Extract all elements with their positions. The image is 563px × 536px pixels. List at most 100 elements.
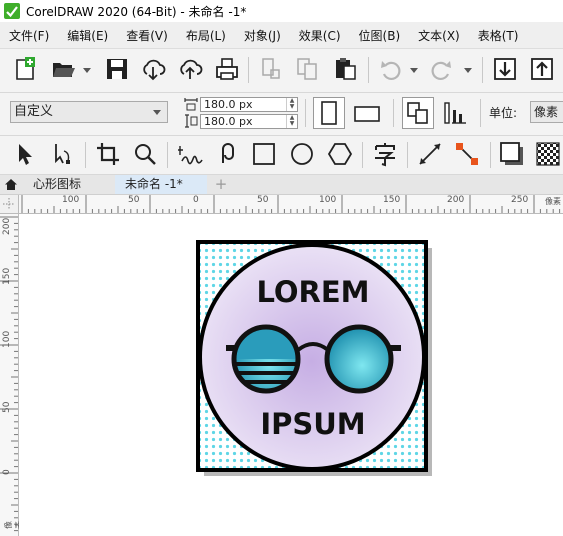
new-document-button[interactable] bbox=[10, 54, 40, 84]
paste-button[interactable] bbox=[330, 54, 360, 84]
chevron-down-icon bbox=[153, 110, 161, 115]
tab-heart-icon-document[interactable]: 心形图标 bbox=[33, 175, 113, 194]
copy-icon bbox=[297, 58, 317, 80]
import-icon bbox=[494, 58, 516, 80]
vertical-ruler-ticks bbox=[0, 216, 18, 532]
zoom-tool[interactable] bbox=[130, 139, 160, 169]
page-width-input[interactable]: 180.0 px ▲ ▼ bbox=[200, 97, 298, 112]
portrait-icon bbox=[321, 101, 337, 125]
page-height-input[interactable]: 180.0 px ▲ ▼ bbox=[200, 114, 298, 129]
toolbar-separator bbox=[167, 142, 168, 168]
all-pages-button[interactable] bbox=[402, 97, 434, 129]
parallel-dimension-tool[interactable] bbox=[415, 139, 445, 169]
cloud-export-button[interactable] bbox=[175, 54, 205, 84]
ruler-origin[interactable] bbox=[0, 195, 19, 214]
current-page-icon bbox=[444, 102, 466, 124]
width-spinner[interactable]: ▲ ▼ bbox=[286, 98, 297, 111]
menu-effects[interactable]: 效果(C) bbox=[290, 27, 350, 44]
crop-tool[interactable] bbox=[93, 139, 123, 169]
lorem-text: LOREM bbox=[256, 275, 369, 309]
menu-bar: 文件(F) 编辑(E) 查看(V) 布局(L) 对象(J) 效果(C) 位图(B… bbox=[0, 22, 563, 49]
cloud-import-button[interactable] bbox=[138, 54, 168, 84]
horizontal-ruler[interactable]: 100 50 0 50 100 150 200 250 像素 bbox=[18, 195, 563, 214]
ipsum-text: IPSUM bbox=[260, 407, 365, 441]
page-preset-value: 自定义 bbox=[14, 104, 54, 119]
cut-icon bbox=[262, 58, 280, 79]
open-button[interactable] bbox=[48, 54, 78, 84]
menu-edit[interactable]: 编辑(E) bbox=[58, 27, 117, 44]
artistic-media-tool[interactable] bbox=[213, 139, 243, 169]
import-button[interactable] bbox=[490, 54, 520, 84]
ellipse-tool-icon bbox=[291, 143, 313, 165]
height-spinner[interactable]: ▲ ▼ bbox=[286, 115, 297, 128]
menu-object[interactable]: 对象(J) bbox=[235, 27, 290, 44]
transparency-icon bbox=[536, 142, 560, 166]
page-width-icon bbox=[184, 98, 198, 111]
menu-bitmaps[interactable]: 位图(B) bbox=[350, 27, 410, 44]
ruler-unit: 像素 bbox=[545, 197, 561, 206]
pick-tool-icon bbox=[19, 144, 32, 165]
ruler-label: 150 bbox=[383, 195, 401, 205]
landscape-button[interactable] bbox=[352, 98, 382, 128]
page-width-value: 180.0 px bbox=[204, 98, 253, 111]
page-preset-select[interactable]: 自定义 bbox=[10, 101, 168, 123]
pick-tool[interactable] bbox=[10, 139, 40, 169]
toolbar-separator bbox=[362, 142, 363, 168]
ruler-label: 250 bbox=[511, 195, 529, 205]
ellipse-tool[interactable] bbox=[287, 139, 317, 169]
connector-tool[interactable] bbox=[452, 139, 482, 169]
redo-icon bbox=[431, 61, 451, 81]
current-page-button[interactable] bbox=[440, 98, 470, 128]
menu-text[interactable]: 文本(X) bbox=[409, 27, 469, 44]
page-height-icon bbox=[185, 114, 198, 128]
menu-layout[interactable]: 布局(L) bbox=[177, 27, 235, 44]
portrait-button[interactable] bbox=[313, 97, 345, 129]
vertical-ruler[interactable]: 200 150 100 50 0 像素 bbox=[0, 195, 24, 536]
open-dropdown-arrow[interactable] bbox=[83, 68, 91, 73]
undo-icon bbox=[381, 61, 401, 81]
menu-file[interactable]: 文件(F) bbox=[0, 27, 58, 44]
home-icon[interactable] bbox=[4, 178, 18, 191]
artistic-media-icon bbox=[222, 143, 234, 163]
polygon-tool[interactable] bbox=[325, 139, 355, 169]
ruler-label: 50 bbox=[128, 195, 140, 205]
units-label: 单位: bbox=[489, 106, 518, 120]
connector-tool-icon bbox=[456, 143, 478, 165]
shape-tool-icon bbox=[55, 144, 70, 164]
page-height-value: 180.0 px bbox=[204, 115, 253, 128]
menu-table[interactable]: 表格(T) bbox=[469, 27, 528, 44]
units-select[interactable]: 像素 bbox=[530, 101, 563, 123]
ruler-label: 100 bbox=[2, 330, 12, 348]
tab-label: 心形图标 bbox=[33, 177, 82, 191]
transparency-tool[interactable] bbox=[533, 139, 563, 169]
new-document-icon bbox=[16, 57, 35, 80]
undo-button[interactable] bbox=[376, 54, 406, 84]
ruler-label: 0 bbox=[2, 469, 12, 475]
print-button[interactable] bbox=[212, 54, 242, 84]
cut-button[interactable] bbox=[256, 54, 286, 84]
export-icon bbox=[531, 58, 553, 80]
add-tab-button[interactable]: + bbox=[213, 175, 229, 194]
ruler-label: 50 bbox=[2, 401, 12, 413]
drop-shadow-tool[interactable] bbox=[497, 139, 527, 169]
menu-view[interactable]: 查看(V) bbox=[117, 27, 177, 44]
window-title: CorelDRAW 2020 (64-Bit) - 未命名 -1* bbox=[26, 4, 247, 19]
redo-button[interactable] bbox=[426, 54, 456, 84]
copy-button[interactable] bbox=[292, 54, 322, 84]
export-button[interactable] bbox=[527, 54, 557, 84]
shape-tool[interactable] bbox=[48, 139, 78, 169]
toolbar-separator bbox=[393, 99, 394, 127]
rectangle-tool-icon bbox=[253, 143, 275, 165]
save-button[interactable] bbox=[102, 54, 132, 84]
text-tool[interactable] bbox=[370, 139, 400, 169]
undo-dropdown-arrow[interactable] bbox=[410, 68, 418, 73]
artwork-graphic[interactable]: LOREM IPSUM bbox=[196, 240, 434, 478]
toolbar-separator bbox=[85, 142, 86, 168]
tab-untitled-document[interactable]: 未命名 -1* bbox=[115, 175, 207, 194]
toolbar-separator bbox=[490, 142, 491, 168]
freehand-tool[interactable] bbox=[175, 139, 205, 169]
redo-dropdown-arrow[interactable] bbox=[464, 68, 472, 73]
open-folder-icon bbox=[53, 63, 75, 77]
ruler-label: 100 bbox=[62, 195, 80, 205]
rectangle-tool[interactable] bbox=[249, 139, 279, 169]
